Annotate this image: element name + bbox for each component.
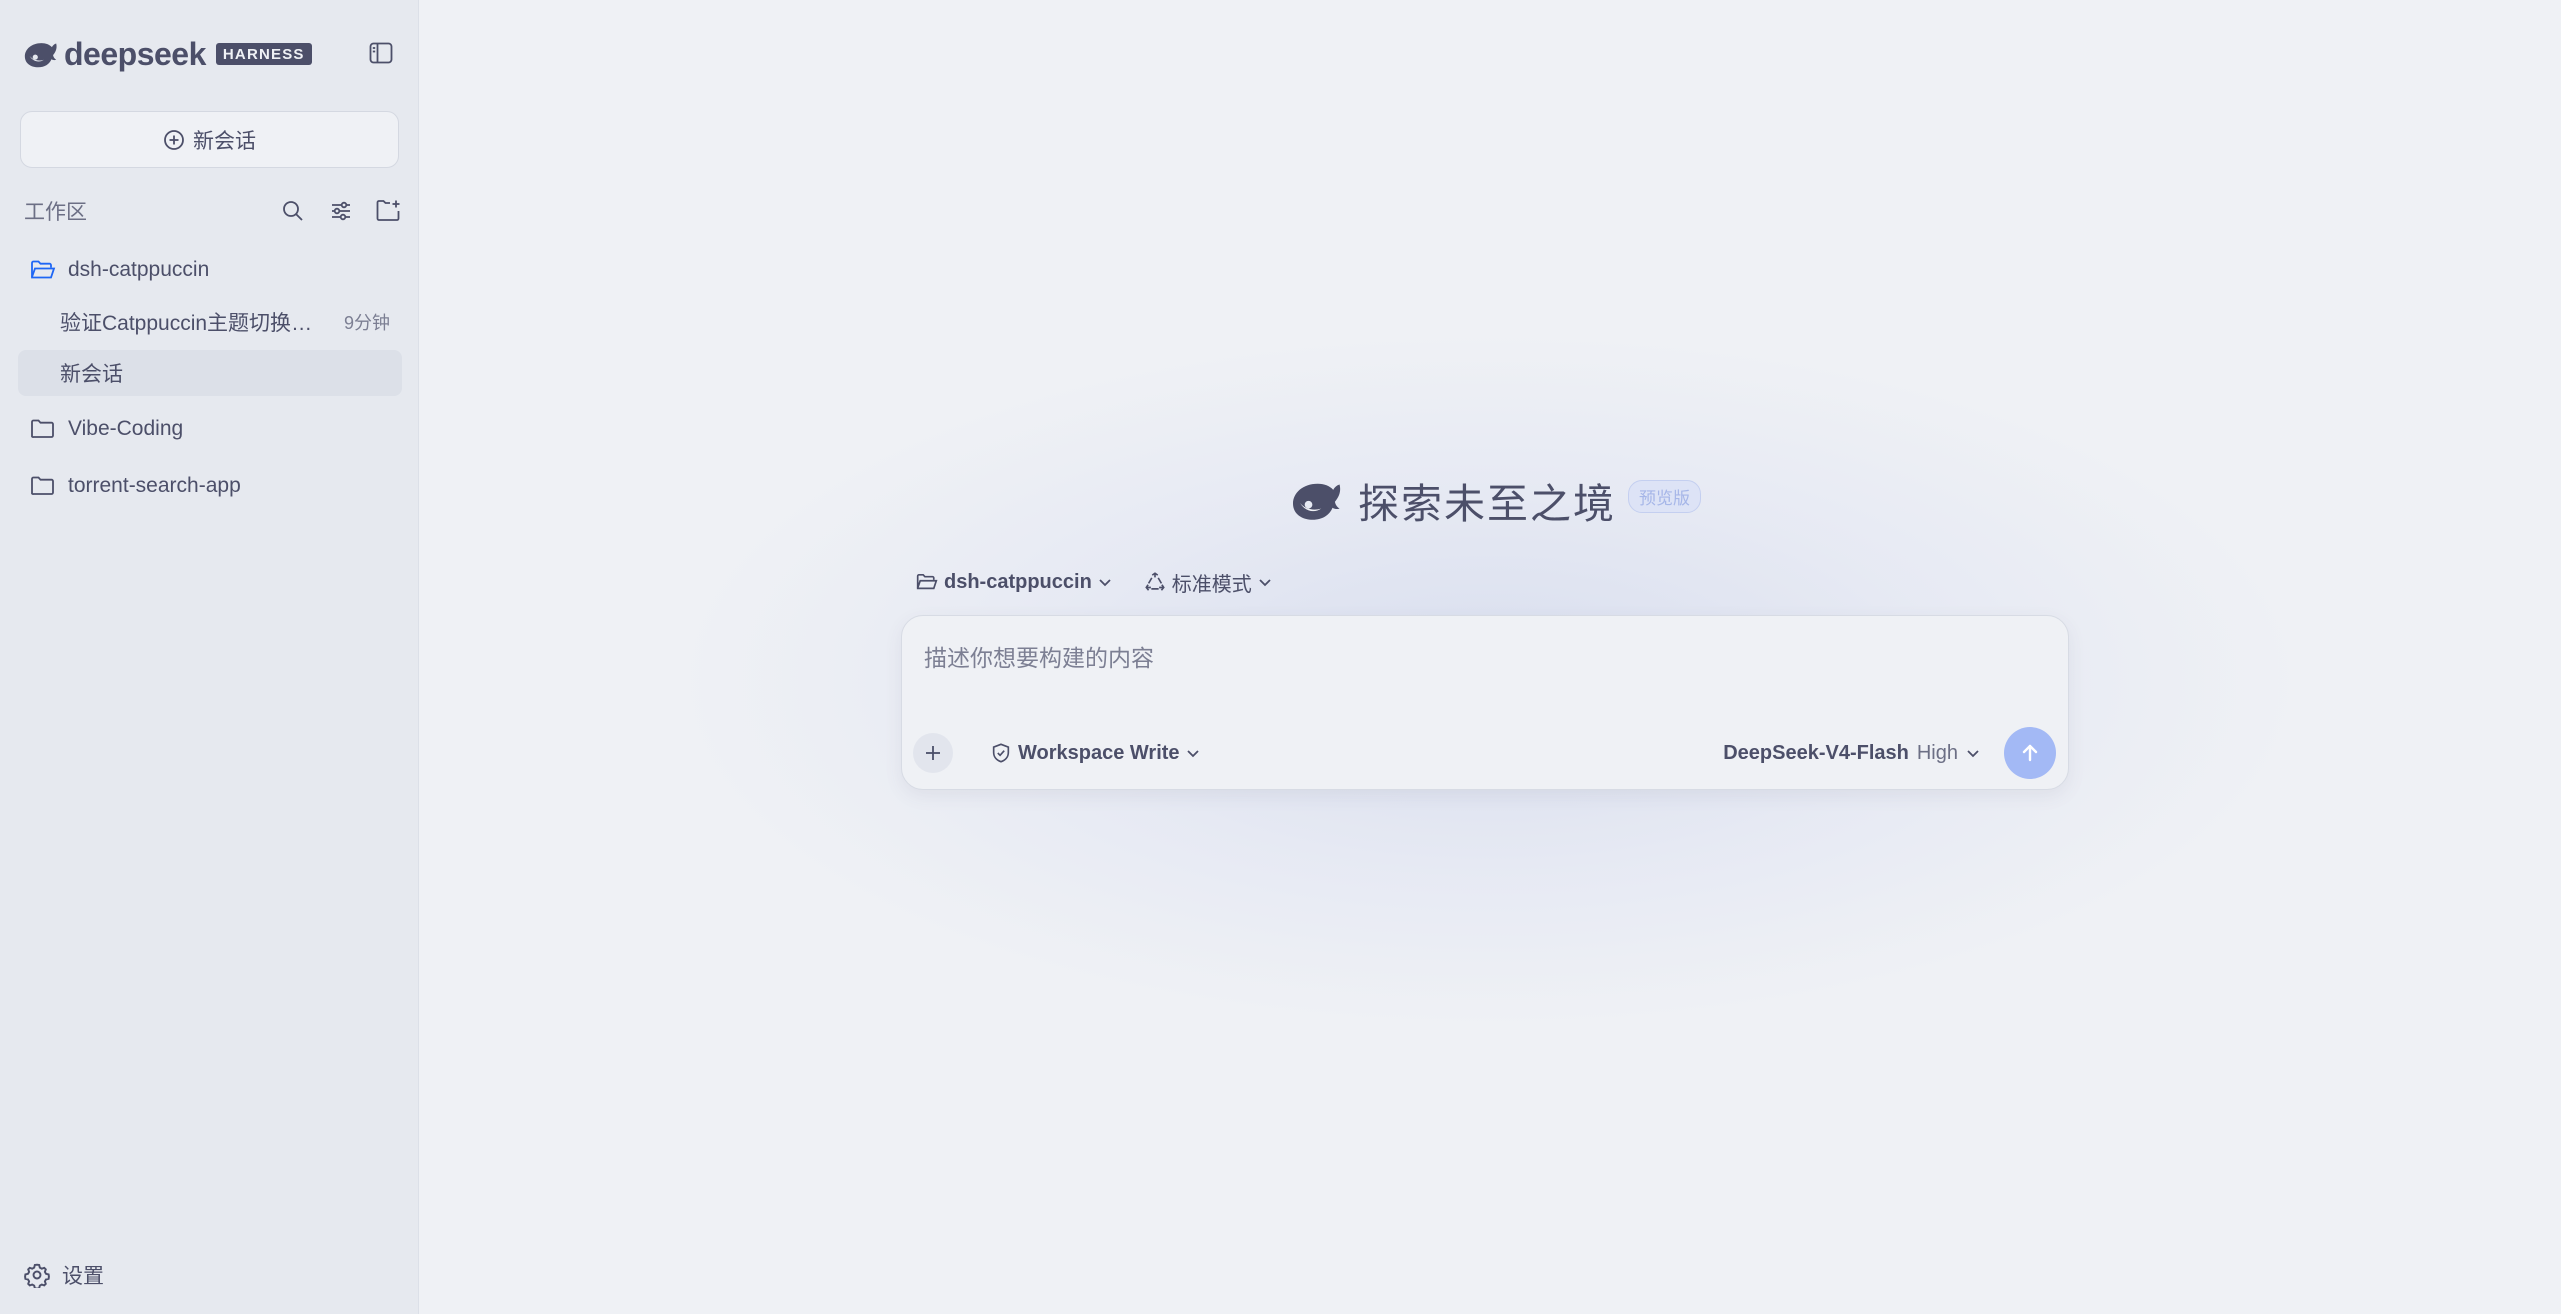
permission-selector[interactable]: Workspace Write — [990, 737, 1200, 769]
toggle-sidebar-button[interactable] — [366, 40, 396, 66]
add-folder-button[interactable] — [374, 196, 404, 226]
project-item-vibe-coding[interactable]: Vibe-Coding — [18, 406, 402, 452]
whale-logo-icon — [1293, 483, 1341, 520]
chevron-down-icon — [1259, 579, 1271, 587]
recycle-icon — [1145, 572, 1165, 591]
plus-icon — [926, 746, 940, 760]
chevron-down-icon — [1967, 750, 1979, 758]
settings-button[interactable]: 设置 — [24, 1258, 104, 1292]
arrow-up-icon — [2022, 744, 2038, 762]
conversation-item[interactable]: 验证Catppuccin主题切换与... 9分钟 — [18, 299, 402, 345]
folder-icon — [916, 573, 938, 590]
composer: Workspace Write DeepSeek-V4-Flash High — [901, 615, 2069, 790]
mode-selector[interactable]: 标准模式 — [1144, 568, 1272, 597]
hero-title: 探索未至之境 — [1358, 481, 1616, 527]
main-area: 探索未至之境 预览版 dsh-catppuccin 标准模式 描述你想要构建的内… — [420, 0, 2561, 1314]
attach-button[interactable] — [913, 733, 953, 773]
project-selector-label: dsh-catppuccin — [944, 570, 1092, 593]
filter-workspace-button[interactable] — [326, 196, 356, 226]
brand-logo: deepseek HARNESS — [22, 34, 312, 74]
workspace-title: 工作区 — [24, 201, 87, 224]
search-workspace-button[interactable] — [278, 196, 308, 226]
folder-open-icon — [31, 260, 56, 279]
project-selector[interactable]: dsh-catppuccin — [916, 571, 1112, 594]
composer-selectors: dsh-catppuccin 标准模式 — [916, 564, 1304, 600]
chevron-down-icon — [1186, 750, 1199, 758]
whale-logo-icon — [24, 43, 57, 68]
prompt-input[interactable] — [924, 638, 2024, 678]
hero-heading: 探索未至之境 预览版 — [1288, 470, 1701, 530]
conversation-item-active[interactable]: 新会话 — [18, 350, 402, 396]
conversation-title: 验证Catppuccin主题切换与... — [60, 312, 328, 335]
new-chat-button[interactable]: 新会话 — [20, 111, 399, 168]
plus-circle-icon — [164, 129, 184, 150]
shield-check-icon — [992, 743, 1010, 763]
app-window: deepseek HARNESS 新会话 工作区 dsh-catppuccin … — [0, 0, 2561, 1314]
sidebar-toggle-icon — [369, 42, 393, 64]
new-chat-label: 新会话 — [193, 129, 256, 153]
project-name: Vibe-Coding — [68, 417, 184, 440]
project-item-torrent-search-app[interactable]: torrent-search-app — [18, 463, 402, 509]
gear-icon — [24, 1263, 50, 1288]
folder-plus-icon — [376, 200, 400, 221]
conversation-time: 9分钟 — [343, 313, 390, 333]
model-selector[interactable]: DeepSeek-V4-Flash High — [1723, 737, 1980, 769]
brand-badge: HARNESS — [215, 43, 312, 65]
sliders-icon — [332, 201, 350, 221]
model-name: DeepSeek-V4-Flash — [1723, 741, 1909, 764]
permission-label: Workspace Write — [1018, 741, 1180, 764]
workspace-header: 工作区 — [24, 196, 404, 226]
chevron-down-icon — [1099, 579, 1111, 587]
search-icon — [283, 201, 303, 221]
mode-selector-label: 标准模式 — [1171, 573, 1252, 596]
workspace-actions — [278, 196, 404, 226]
reasoning-effort: High — [1916, 741, 1958, 764]
send-button[interactable] — [2004, 727, 2056, 779]
project-name: torrent-search-app — [68, 474, 241, 497]
sidebar: deepseek HARNESS 新会话 工作区 dsh-catppuccin … — [0, 0, 419, 1314]
conversation-title: 新会话 — [60, 363, 123, 386]
folder-icon — [31, 419, 54, 438]
preview-badge: 预览版 — [1628, 479, 1701, 513]
project-item-dsh-catppuccin[interactable]: dsh-catppuccin — [18, 247, 402, 293]
folder-icon — [31, 476, 54, 495]
project-name: dsh-catppuccin — [68, 258, 210, 281]
settings-label: 设置 — [62, 1265, 104, 1288]
brand-name: deepseek — [64, 35, 206, 72]
